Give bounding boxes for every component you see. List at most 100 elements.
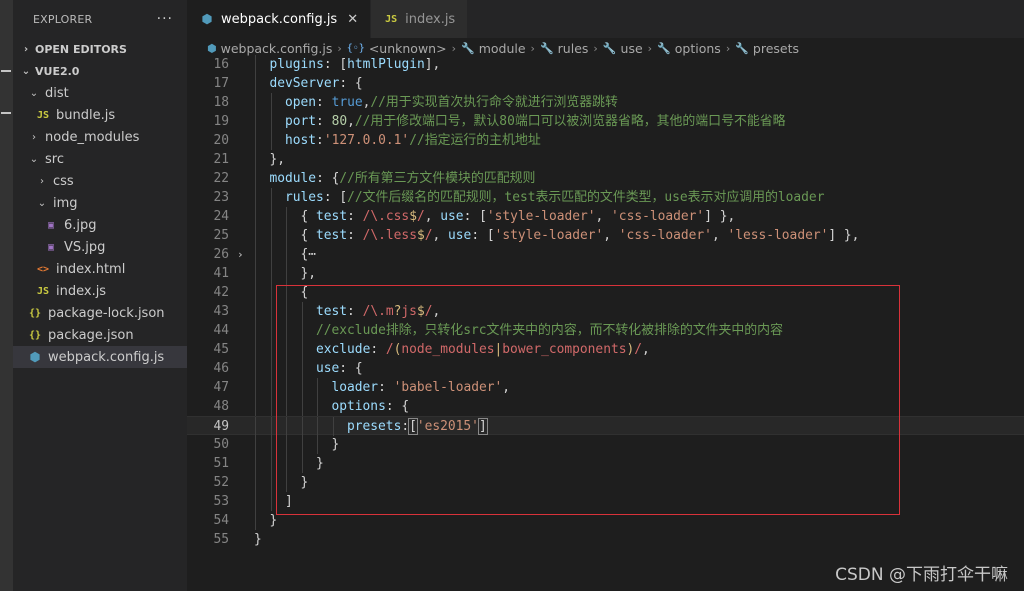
tree-item-label: VS.jpg bbox=[64, 239, 106, 255]
chevron-right-icon: › bbox=[337, 41, 342, 55]
breadcrumb-item[interactable]: 🔧 use bbox=[603, 41, 643, 56]
indent-guide bbox=[270, 131, 272, 150]
indent-guide bbox=[255, 55, 256, 74]
indent-guide bbox=[286, 340, 287, 359]
tree-item-dist[interactable]: ⌄ dist bbox=[13, 82, 187, 104]
tree-item-node-modules[interactable]: › node_modules bbox=[13, 126, 187, 148]
line-number: 41 bbox=[213, 266, 229, 281]
indent-guide bbox=[301, 340, 303, 359]
token-key: open bbox=[285, 95, 317, 110]
token-key: test bbox=[316, 209, 348, 224]
code-editor[interactable]: 16 plugins: [htmlPlugin], 17 devServer: {18… bbox=[187, 55, 1024, 591]
indent-guide bbox=[255, 397, 256, 416]
code-text: host:'127.0.0.1'//指定运行的主机地址 bbox=[285, 131, 541, 150]
token-str: 'css-loader' bbox=[611, 209, 705, 224]
tab-label: webpack.config.js bbox=[221, 11, 338, 27]
breadcrumb-item[interactable]: 🔧 module bbox=[461, 41, 526, 56]
tab-label: index.js bbox=[405, 11, 456, 27]
code-text: presets:['es2015'] bbox=[347, 417, 488, 436]
indent-guide bbox=[255, 112, 256, 131]
breadcrumb-item[interactable]: 🔧 options bbox=[657, 41, 721, 56]
file-tree: ⌄ dist JS bundle.js › node_modules ⌄ src › css ⌄ im… bbox=[13, 82, 187, 368]
tree-item-package-json[interactable]: {} package.json bbox=[13, 324, 187, 346]
breadcrumb-item[interactable]: 🔧 presets bbox=[735, 41, 799, 56]
breadcrumb-item[interactable]: {◦} <unknown> bbox=[347, 41, 447, 56]
tree-item-6-jpg[interactable]: ▣ 6.jpg bbox=[13, 214, 187, 236]
token-key: options bbox=[331, 399, 386, 414]
token-key: plugins bbox=[269, 57, 324, 72]
object-symbol-icon: {◦} bbox=[346, 42, 365, 54]
tree-item-index-js[interactable]: JS index.js bbox=[13, 280, 187, 302]
tree-item-bundle-js[interactable]: JS bundle.js bbox=[13, 104, 187, 126]
tree-item-img[interactable]: ⌄ img bbox=[13, 192, 187, 214]
indent-guide bbox=[255, 435, 256, 454]
tree-item-index-html[interactable]: <> index.html bbox=[13, 258, 187, 280]
token-reg: m bbox=[385, 304, 394, 319]
tree-item-label: img bbox=[53, 195, 78, 211]
tab-webpack-config-js[interactable]: ⬢ webpack.config.js ✕ bbox=[187, 0, 372, 38]
token-key: use bbox=[448, 228, 472, 243]
tree-item-label: package-lock.json bbox=[48, 305, 165, 321]
close-icon[interactable]: ✕ bbox=[347, 12, 358, 27]
tree-item-package-lock-json[interactable]: {} package-lock.json bbox=[13, 302, 187, 324]
open-editors-section[interactable]: › OPEN EDITORS bbox=[13, 38, 187, 60]
tab-index-js[interactable]: JS index.js bbox=[371, 0, 469, 38]
code-line: 16 plugins: [htmlPlugin], bbox=[187, 55, 1024, 74]
token-str: 'style-loader' bbox=[494, 228, 604, 243]
token-reg: node_modules bbox=[401, 342, 495, 357]
tree-item-webpack-config-js[interactable]: ⬢ webpack.config.js bbox=[13, 346, 187, 368]
token-pun: } bbox=[254, 532, 262, 547]
json-file-icon: {} bbox=[28, 329, 42, 341]
chevron-right-icon: › bbox=[593, 41, 598, 55]
indent-guide bbox=[317, 435, 318, 454]
image-file-icon: ▣ bbox=[47, 219, 55, 231]
tree-item-label: bundle.js bbox=[56, 107, 116, 123]
code-text: ] bbox=[285, 492, 293, 511]
breadcrumb-item[interactable]: 🔧 rules bbox=[540, 41, 588, 56]
property-wrench-icon: 🔧 bbox=[460, 41, 475, 55]
breadcrumb-item[interactable]: ⬢ webpack.config.js bbox=[207, 41, 332, 56]
indent-guide bbox=[286, 473, 287, 492]
token-br: [ bbox=[408, 418, 418, 435]
more-actions-icon[interactable]: ··· bbox=[157, 11, 173, 27]
token-pun: , bbox=[502, 380, 511, 395]
code-line: 54} bbox=[187, 511, 1024, 530]
line-number: 16 bbox=[213, 57, 229, 72]
code-text: use: { bbox=[316, 359, 363, 378]
indent-guide bbox=[270, 435, 272, 454]
tree-item-css[interactable]: › css bbox=[13, 170, 187, 192]
code-line: 55} bbox=[187, 530, 1024, 549]
token-pun: ] }, bbox=[704, 209, 736, 224]
indent-guide bbox=[255, 340, 256, 359]
indent-guide bbox=[286, 207, 287, 226]
token-key: test bbox=[316, 304, 348, 319]
project-label: VUE2.0 bbox=[35, 64, 80, 78]
fold-expand-icon[interactable]: › bbox=[237, 245, 244, 264]
tree-item-src[interactable]: ⌄ src bbox=[13, 148, 187, 170]
code-text: test: /\.m?js$/, bbox=[316, 302, 440, 321]
indent-guide bbox=[286, 283, 287, 302]
token-reg: js bbox=[401, 304, 417, 319]
token-pun: : bbox=[316, 114, 332, 129]
indent-guide bbox=[255, 359, 256, 378]
code-text: { test: /\.css$/, use: ['style-loader', … bbox=[301, 207, 736, 226]
chevron-right-icon: › bbox=[40, 175, 44, 187]
line-number: 42 bbox=[213, 285, 229, 300]
tree-item-vs-jpg[interactable]: ▣ VS.jpg bbox=[13, 236, 187, 258]
tree-item-label: index.js bbox=[56, 283, 107, 299]
indent-guide bbox=[301, 397, 303, 416]
code-line: 19 port: 80,//用于修改端口号，默认80端口可以被浏览器省略，其他的端… bbox=[187, 112, 1024, 131]
indent-guide bbox=[286, 454, 287, 473]
token-pun: : bbox=[347, 209, 363, 224]
token-pun: : bbox=[316, 133, 324, 148]
token-key: use bbox=[440, 209, 464, 224]
token-br: ] bbox=[477, 418, 488, 435]
code-text: loader: 'babel-loader', bbox=[332, 378, 511, 397]
project-section[interactable]: ⌄ VUE2.0 bbox=[13, 60, 187, 82]
chevron-down-icon: ⌄ bbox=[37, 197, 47, 209]
code-text: } bbox=[332, 435, 340, 454]
line-number: 24 bbox=[213, 209, 229, 224]
indent-guide bbox=[286, 321, 287, 340]
token-pun: } bbox=[316, 456, 324, 471]
token-rx: $ bbox=[416, 228, 425, 243]
